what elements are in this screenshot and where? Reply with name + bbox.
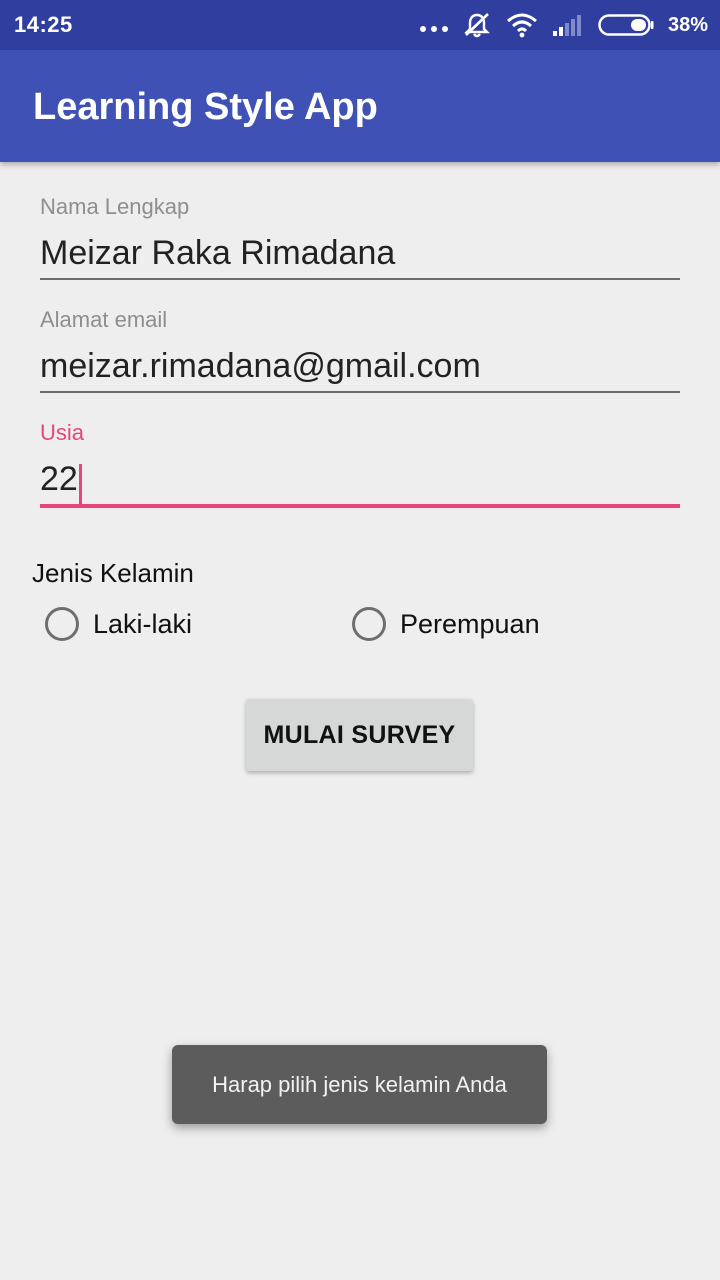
silent-bell-icon (464, 13, 490, 38)
start-survey-button[interactable]: MULAI SURVEY (246, 699, 473, 771)
app-bar: Learning Style App (0, 50, 720, 162)
battery-icon (598, 14, 654, 36)
gender-label: Jenis Kelamin (32, 558, 194, 588)
email-field: Alamat email (40, 307, 680, 405)
app-title: Learning Style App (33, 86, 378, 128)
email-field-label: Alamat email (40, 307, 168, 332)
toast-message: Harap pilih jenis kelamin Anda (212, 1071, 507, 1097)
radio-perempuan[interactable]: Perempuan (352, 602, 540, 646)
toast: Harap pilih jenis kelamin Anda (172, 1045, 547, 1124)
radio-circle-icon (45, 607, 79, 641)
status-bar: 14:25 38% (0, 0, 720, 50)
radio-laki-laki-label: Laki-laki (93, 608, 193, 639)
radio-perempuan-label: Perempuan (400, 608, 540, 639)
status-icons: 38% (419, 10, 708, 40)
age-field-label: Usia (40, 420, 85, 445)
signal-icon (552, 15, 581, 36)
email-input[interactable] (40, 341, 680, 393)
wifi-icon (506, 13, 537, 38)
radio-circle-icon (352, 607, 386, 641)
name-field: Nama Lengkap (40, 194, 680, 292)
name-input[interactable] (40, 228, 680, 280)
radio-laki-laki[interactable]: Laki-laki (45, 602, 192, 646)
name-field-label: Nama Lengkap (40, 194, 190, 219)
more-dots-icon (419, 26, 448, 32)
battery-percentage: 38% (667, 13, 708, 36)
text-cursor (79, 464, 82, 504)
age-input[interactable] (40, 454, 680, 508)
age-field: Usia (40, 420, 680, 520)
status-time: 14:25 (14, 12, 73, 37)
